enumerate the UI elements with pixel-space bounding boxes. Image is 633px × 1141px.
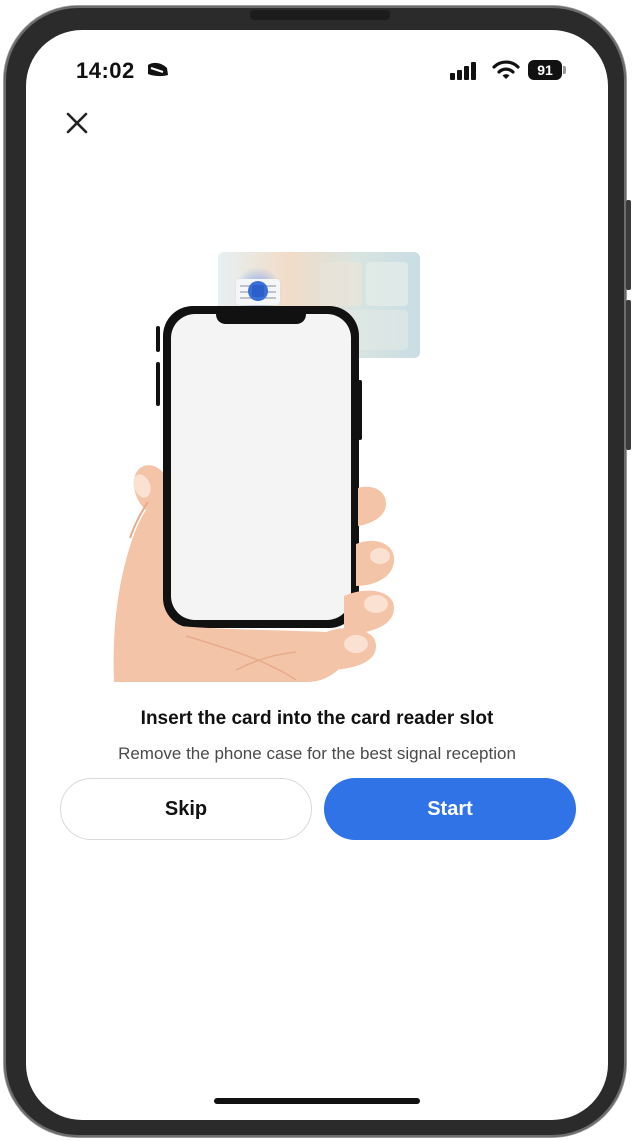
close-button[interactable] bbox=[62, 108, 92, 138]
side-button-right-lower bbox=[626, 300, 631, 450]
instruction-subtitle: Remove the phone case for the best signa… bbox=[118, 744, 516, 763]
skip-button[interactable]: Skip bbox=[60, 778, 312, 840]
hand bbox=[113, 465, 180, 680]
frame-top-edge bbox=[250, 10, 390, 20]
home-indicator[interactable] bbox=[214, 1098, 420, 1104]
cellular-signal-icon bbox=[450, 62, 476, 80]
battery-icon: 91 bbox=[528, 60, 562, 80]
screen: 14:02 91 Insert the card into the card r… bbox=[26, 30, 608, 1120]
phone bbox=[156, 306, 362, 628]
focus-mode-icon bbox=[148, 62, 168, 77]
status-time: 14:02 bbox=[76, 58, 135, 83]
close-icon bbox=[66, 112, 88, 134]
wifi-icon bbox=[492, 60, 520, 79]
hand-holding-phone-illustration bbox=[113, 252, 420, 682]
bank-card bbox=[218, 252, 420, 358]
side-button-right bbox=[626, 200, 631, 290]
start-button[interactable]: Start bbox=[324, 778, 576, 840]
card-chip bbox=[234, 267, 282, 315]
fingers bbox=[114, 486, 395, 682]
instruction-title: Insert the card into the card reader slo… bbox=[140, 708, 494, 729]
battery-tip bbox=[563, 66, 566, 74]
